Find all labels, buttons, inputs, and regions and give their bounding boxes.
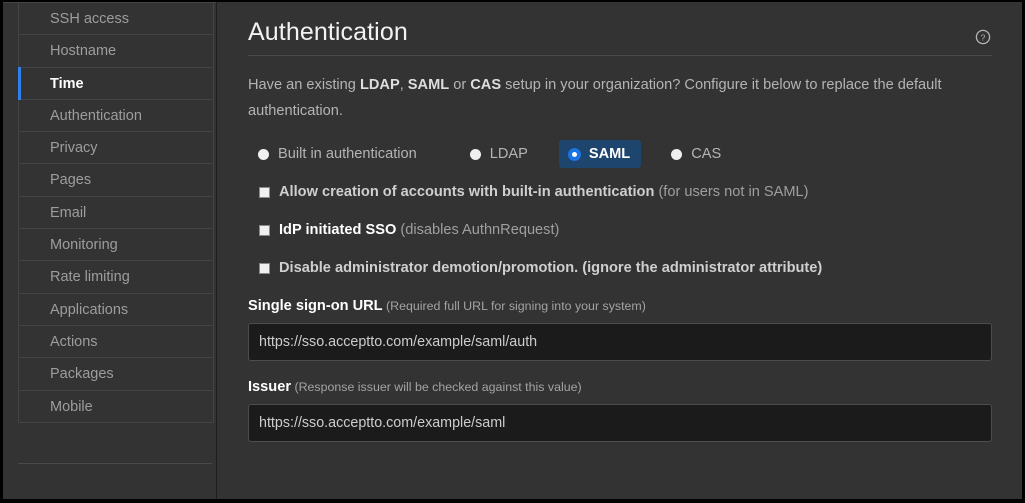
- sidebar-item-label: Time: [50, 75, 84, 92]
- checkbox-row[interactable]: Disable administrator demotion/promotion…: [248, 260, 998, 276]
- checkbox-indicator-icon[interactable]: [259, 224, 270, 236]
- radio-option-built-in-authentication[interactable]: Built in authentication: [248, 140, 428, 168]
- sidebar-item-monitoring[interactable]: Monitoring: [18, 229, 214, 262]
- settings-window: SSH access Hostname Time Authentication Priv…: [3, 2, 1022, 499]
- field-label: Issuer (Response issuer will be checked …: [248, 379, 992, 395]
- sidebar-item-hostname[interactable]: Hostname: [18, 35, 214, 68]
- sidebar-nav-list: SSH access Hostname Time Authentication Priv…: [3, 2, 216, 423]
- intro-bold-ldap: LDAP: [359, 77, 400, 93]
- checkbox-label-main: Allow creation of accounts with built-in…: [279, 184, 655, 200]
- sidebar-item-label: Hostname: [50, 43, 117, 60]
- radio-option-saml[interactable]: SAML: [558, 140, 642, 168]
- intro-text: Have an existing LDAP, SAML or CAS setup…: [248, 72, 992, 124]
- sidebar-item-label: SSH access: [50, 11, 129, 27]
- radio-option-cas[interactable]: CAS: [661, 140, 732, 168]
- field-label-hint: (Response issuer will be checked against…: [291, 380, 582, 394]
- svg-text:?: ?: [981, 32, 986, 42]
- radio-indicator-icon: [258, 148, 269, 160]
- page-header: Authentication ?: [248, 2, 992, 56]
- authentication-panel: Authentication ? Have an existing LDAP, …: [217, 2, 1022, 499]
- sidebar-item-mobile[interactable]: Mobile: [18, 390, 214, 423]
- sidebar-item-label: Privacy: [50, 140, 98, 157]
- sidebar-item-privacy[interactable]: Privacy: [18, 132, 214, 165]
- sidebar-item-label: Actions: [50, 333, 98, 350]
- field-label-hint: (Required full URL for signing into your…: [382, 299, 646, 313]
- intro-part-2: ,: [399, 77, 408, 93]
- saml-fields: Single sign-on URL (Required full URL fo…: [248, 298, 998, 442]
- sidebar-item-actions[interactable]: Actions: [18, 325, 214, 359]
- help-circle-icon[interactable]: ?: [975, 29, 991, 45]
- form-field: Single sign-on URL (Required full URL fo…: [248, 298, 992, 361]
- field-label-text: Issuer: [248, 379, 291, 395]
- checkbox-row[interactable]: Allow creation of accounts with built-in…: [248, 184, 998, 200]
- checkbox-row[interactable]: IdP initiated SSO (disables AuthnRequest…: [248, 222, 998, 238]
- sidebar-item-label: Pages: [50, 172, 92, 189]
- radio-option-label: CAS: [691, 146, 722, 162]
- issuer-input[interactable]: [248, 404, 992, 442]
- checkbox-label-hint: (for users not in SAML): [654, 184, 809, 200]
- sidebar-item-time[interactable]: Time: [18, 66, 214, 101]
- intro-bold-saml: SAML: [407, 77, 450, 93]
- radio-indicator-icon: [568, 148, 580, 160]
- sidebar-item-packages[interactable]: Packages: [18, 358, 214, 391]
- saml-options-checkbox-list: Allow creation of accounts with built-in…: [248, 184, 998, 276]
- sidebar-item-label: Packages: [50, 366, 114, 383]
- sidebar-item-email[interactable]: Email: [18, 196, 214, 230]
- sidebar-item-label: Rate limiting: [50, 269, 130, 286]
- radio-option-label: LDAP: [489, 146, 528, 162]
- sidebar-item-label: Authentication: [50, 107, 142, 124]
- sidebar-item-pages[interactable]: Pages: [18, 164, 214, 197]
- checkbox-indicator-icon[interactable]: [259, 186, 270, 198]
- radio-option-label: Built in authentication: [278, 146, 417, 162]
- checkbox-label-main: Disable administrator demotion/promotion…: [279, 260, 823, 276]
- intro-part-3: or: [449, 77, 471, 93]
- checkbox-label-hint: (disables AuthnRequest): [396, 222, 560, 238]
- settings-sidebar: SSH access Hostname Time Authentication Priv…: [3, 2, 217, 499]
- sidebar-item-label: Email: [50, 204, 87, 221]
- sidebar-item-ssh-access[interactable]: SSH access: [18, 3, 214, 36]
- intro-part-1: Have an existing: [248, 77, 360, 93]
- sidebar-item-label: Applications: [50, 301, 129, 318]
- radio-option-label: SAML: [588, 146, 631, 162]
- intro-bold-cas: CAS: [470, 77, 502, 93]
- sidebar-divider: [18, 463, 212, 464]
- checkbox-label-main: IdP initiated SSO: [279, 222, 397, 238]
- radio-indicator-icon: [671, 148, 683, 160]
- auth-mode-radio-group: Built in authentication LDAP SAML CAS: [248, 140, 998, 168]
- radio-indicator-icon: [469, 148, 481, 160]
- single-sign-on-url-input[interactable]: [248, 323, 992, 361]
- field-label: Single sign-on URL (Required full URL fo…: [248, 298, 992, 314]
- checkbox-label: Allow creation of accounts with built-in…: [279, 184, 809, 200]
- checkbox-label: Disable administrator demotion/promotion…: [279, 260, 822, 276]
- form-field: Issuer (Response issuer will be checked …: [248, 379, 992, 442]
- sidebar-item-label: Monitoring: [50, 237, 118, 254]
- sidebar-item-authentication[interactable]: Authentication: [18, 99, 214, 133]
- checkbox-indicator-icon[interactable]: [259, 262, 270, 274]
- sidebar-item-applications[interactable]: Applications: [18, 293, 214, 326]
- page-title: Authentication: [248, 18, 408, 46]
- field-label-text: Single sign-on URL: [248, 298, 383, 314]
- radio-option-ldap[interactable]: LDAP: [460, 140, 539, 168]
- sidebar-item-rate-limiting[interactable]: Rate limiting: [18, 261, 214, 294]
- sidebar-item-label: Mobile: [50, 398, 93, 415]
- checkbox-label: IdP initiated SSO (disables AuthnRequest…: [279, 222, 559, 238]
